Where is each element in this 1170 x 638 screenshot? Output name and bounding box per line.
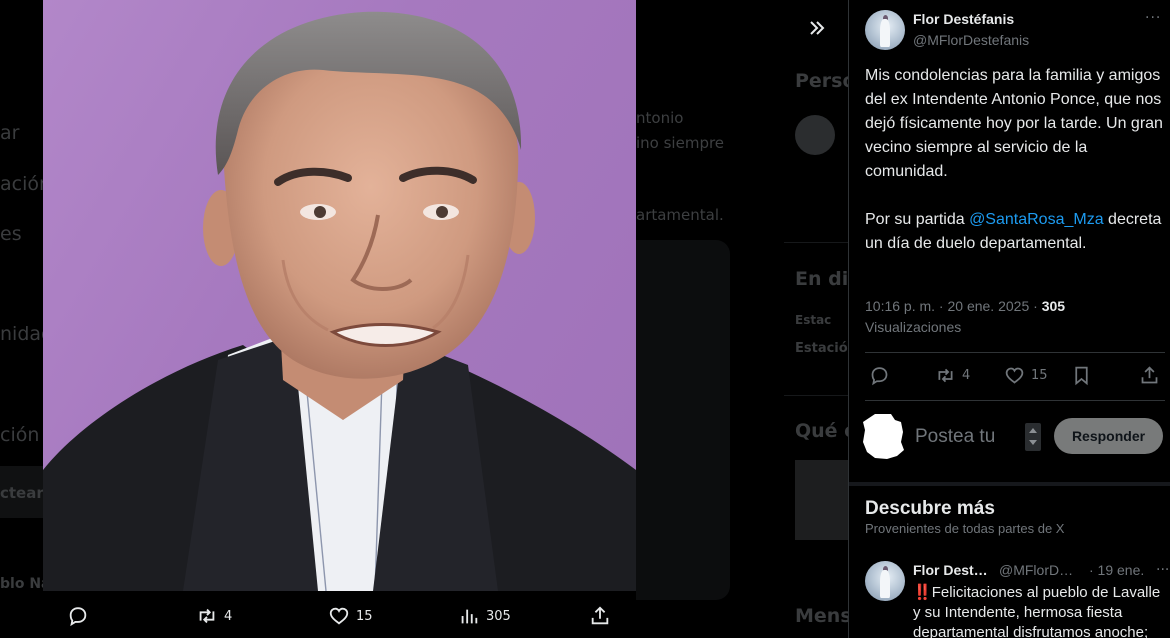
divider	[865, 352, 1165, 353]
double-exclamation-icon: ‼️	[913, 584, 932, 601]
bg-post-button-label: ctear	[0, 484, 44, 502]
retweet-button[interactable]: 4	[935, 365, 970, 386]
bg-tweet-fragment: ino siempre	[636, 134, 725, 152]
more-options-icon[interactable]: ···	[1156, 562, 1169, 578]
author-name[interactable]: Flor Destéfanis	[913, 11, 1014, 27]
tweet-meta: 10:16 p. m. · 20 ene. 2025 · 305 Visuali…	[865, 296, 1065, 338]
bookmark-button[interactable]	[1071, 365, 1092, 386]
like-action[interactable]: 15	[328, 605, 373, 627]
bg-tweet-fragment: artamental.	[636, 206, 724, 224]
tweet-paragraph: Mis condolencias para la familia y amigo…	[865, 67, 1163, 180]
retweet-count: 4	[224, 608, 233, 624]
bg-divider	[784, 395, 848, 396]
tweet-text-segment: Por su partida	[865, 211, 970, 228]
share-icon	[1141, 366, 1158, 384]
double-chevron-right-icon	[810, 21, 825, 35]
recommended-author-handle[interactable]: @MFlorD…	[999, 562, 1073, 578]
bg-sidebar-heading: Mens	[795, 605, 848, 627]
bg-avatar	[795, 115, 835, 155]
recommended-author-name[interactable]: Flor Dest…	[913, 562, 988, 578]
retweet-icon	[938, 368, 953, 383]
tweet-paragraph: Por su partida @SantaRosa_Mza decreta un…	[865, 208, 1165, 256]
section-divider	[849, 482, 1170, 486]
mention-link[interactable]: @SantaRosa_Mza	[969, 211, 1104, 228]
reply-action[interactable]	[67, 605, 95, 627]
recommended-tweet-body: Felicitaciones al pueblo de Lavalle y su…	[913, 584, 1161, 638]
views-label: Visualizaciones	[865, 319, 962, 335]
share-action[interactable]	[589, 605, 611, 627]
tweet-text: Mis condolencias para la familia y amigo…	[865, 64, 1165, 256]
bg-sidebar-text: Estación	[795, 341, 848, 356]
bg-sidebar-heading: Qué e	[795, 420, 848, 442]
author-avatar[interactable]	[865, 10, 905, 50]
expand-panel-button[interactable]	[797, 8, 837, 48]
bg-sidebar-heading: En di	[795, 268, 848, 290]
bg-tweet-fragment: ntonio	[636, 109, 684, 127]
heart-icon	[1005, 367, 1024, 384]
bg-nav-fragment: ar	[0, 122, 20, 144]
bg-sidebar-text: Estac	[795, 313, 832, 327]
reply-icon	[69, 607, 87, 627]
share-icon	[591, 606, 609, 625]
recommended-author-avatar[interactable]	[865, 561, 905, 601]
like-count: 15	[356, 608, 373, 624]
views-action[interactable]: 305	[458, 605, 511, 627]
divider	[865, 400, 1165, 401]
portrait-image	[43, 11, 636, 591]
discover-title: Descubre más	[865, 498, 995, 519]
views-number: 305	[1041, 298, 1066, 314]
tweet-detail-panel: Flor Destéfanis @MFlorDestefanis ··· Mis…	[848, 0, 1170, 638]
author-handle[interactable]: @MFlorDestefanis	[913, 32, 1029, 48]
retweet-action[interactable]: 4	[196, 605, 232, 627]
views-count: 305	[486, 608, 511, 624]
reply-button[interactable]	[869, 365, 890, 386]
retweet-icon	[199, 608, 215, 624]
analytics-icon	[461, 609, 478, 624]
respond-button[interactable]: Responder	[1054, 418, 1163, 454]
media-action-bar: 4 15 305	[43, 591, 636, 638]
share-button[interactable]	[1139, 365, 1160, 386]
like-button[interactable]: 15	[1004, 365, 1048, 386]
heart-icon	[329, 607, 349, 625]
discover-subtitle: Provenientes de todas partes de X	[865, 521, 1065, 536]
tweet-timestamp[interactable]: 10:16 p. m. · 20 ene. 2025	[865, 298, 1029, 314]
bg-thumbnail	[795, 460, 848, 540]
bg-nav-fragment: es	[0, 223, 22, 245]
recommended-tweet-text: ‼️Felicitaciones al pueblo de Lavalle y …	[913, 583, 1170, 638]
meta-separator: ·	[1029, 298, 1042, 314]
retweet-count: 4	[962, 368, 971, 383]
reply-input[interactable]: Postea tu	[915, 426, 995, 448]
more-options-icon[interactable]: ···	[1145, 10, 1161, 26]
media-photo[interactable]	[43, 0, 636, 591]
reply-input-scrollbar[interactable]	[1025, 423, 1041, 451]
user-avatar[interactable]	[861, 412, 905, 460]
reply-icon	[871, 367, 888, 386]
like-count: 15	[1031, 368, 1048, 383]
recommended-tweet-date[interactable]: · 19 ene.	[1089, 562, 1144, 578]
bookmark-icon	[1075, 366, 1088, 386]
bg-card	[636, 240, 730, 600]
bg-sidebar-heading: Perso	[795, 70, 848, 92]
bg-divider	[784, 242, 848, 243]
bg-nav-fragment: ción	[0, 424, 40, 446]
